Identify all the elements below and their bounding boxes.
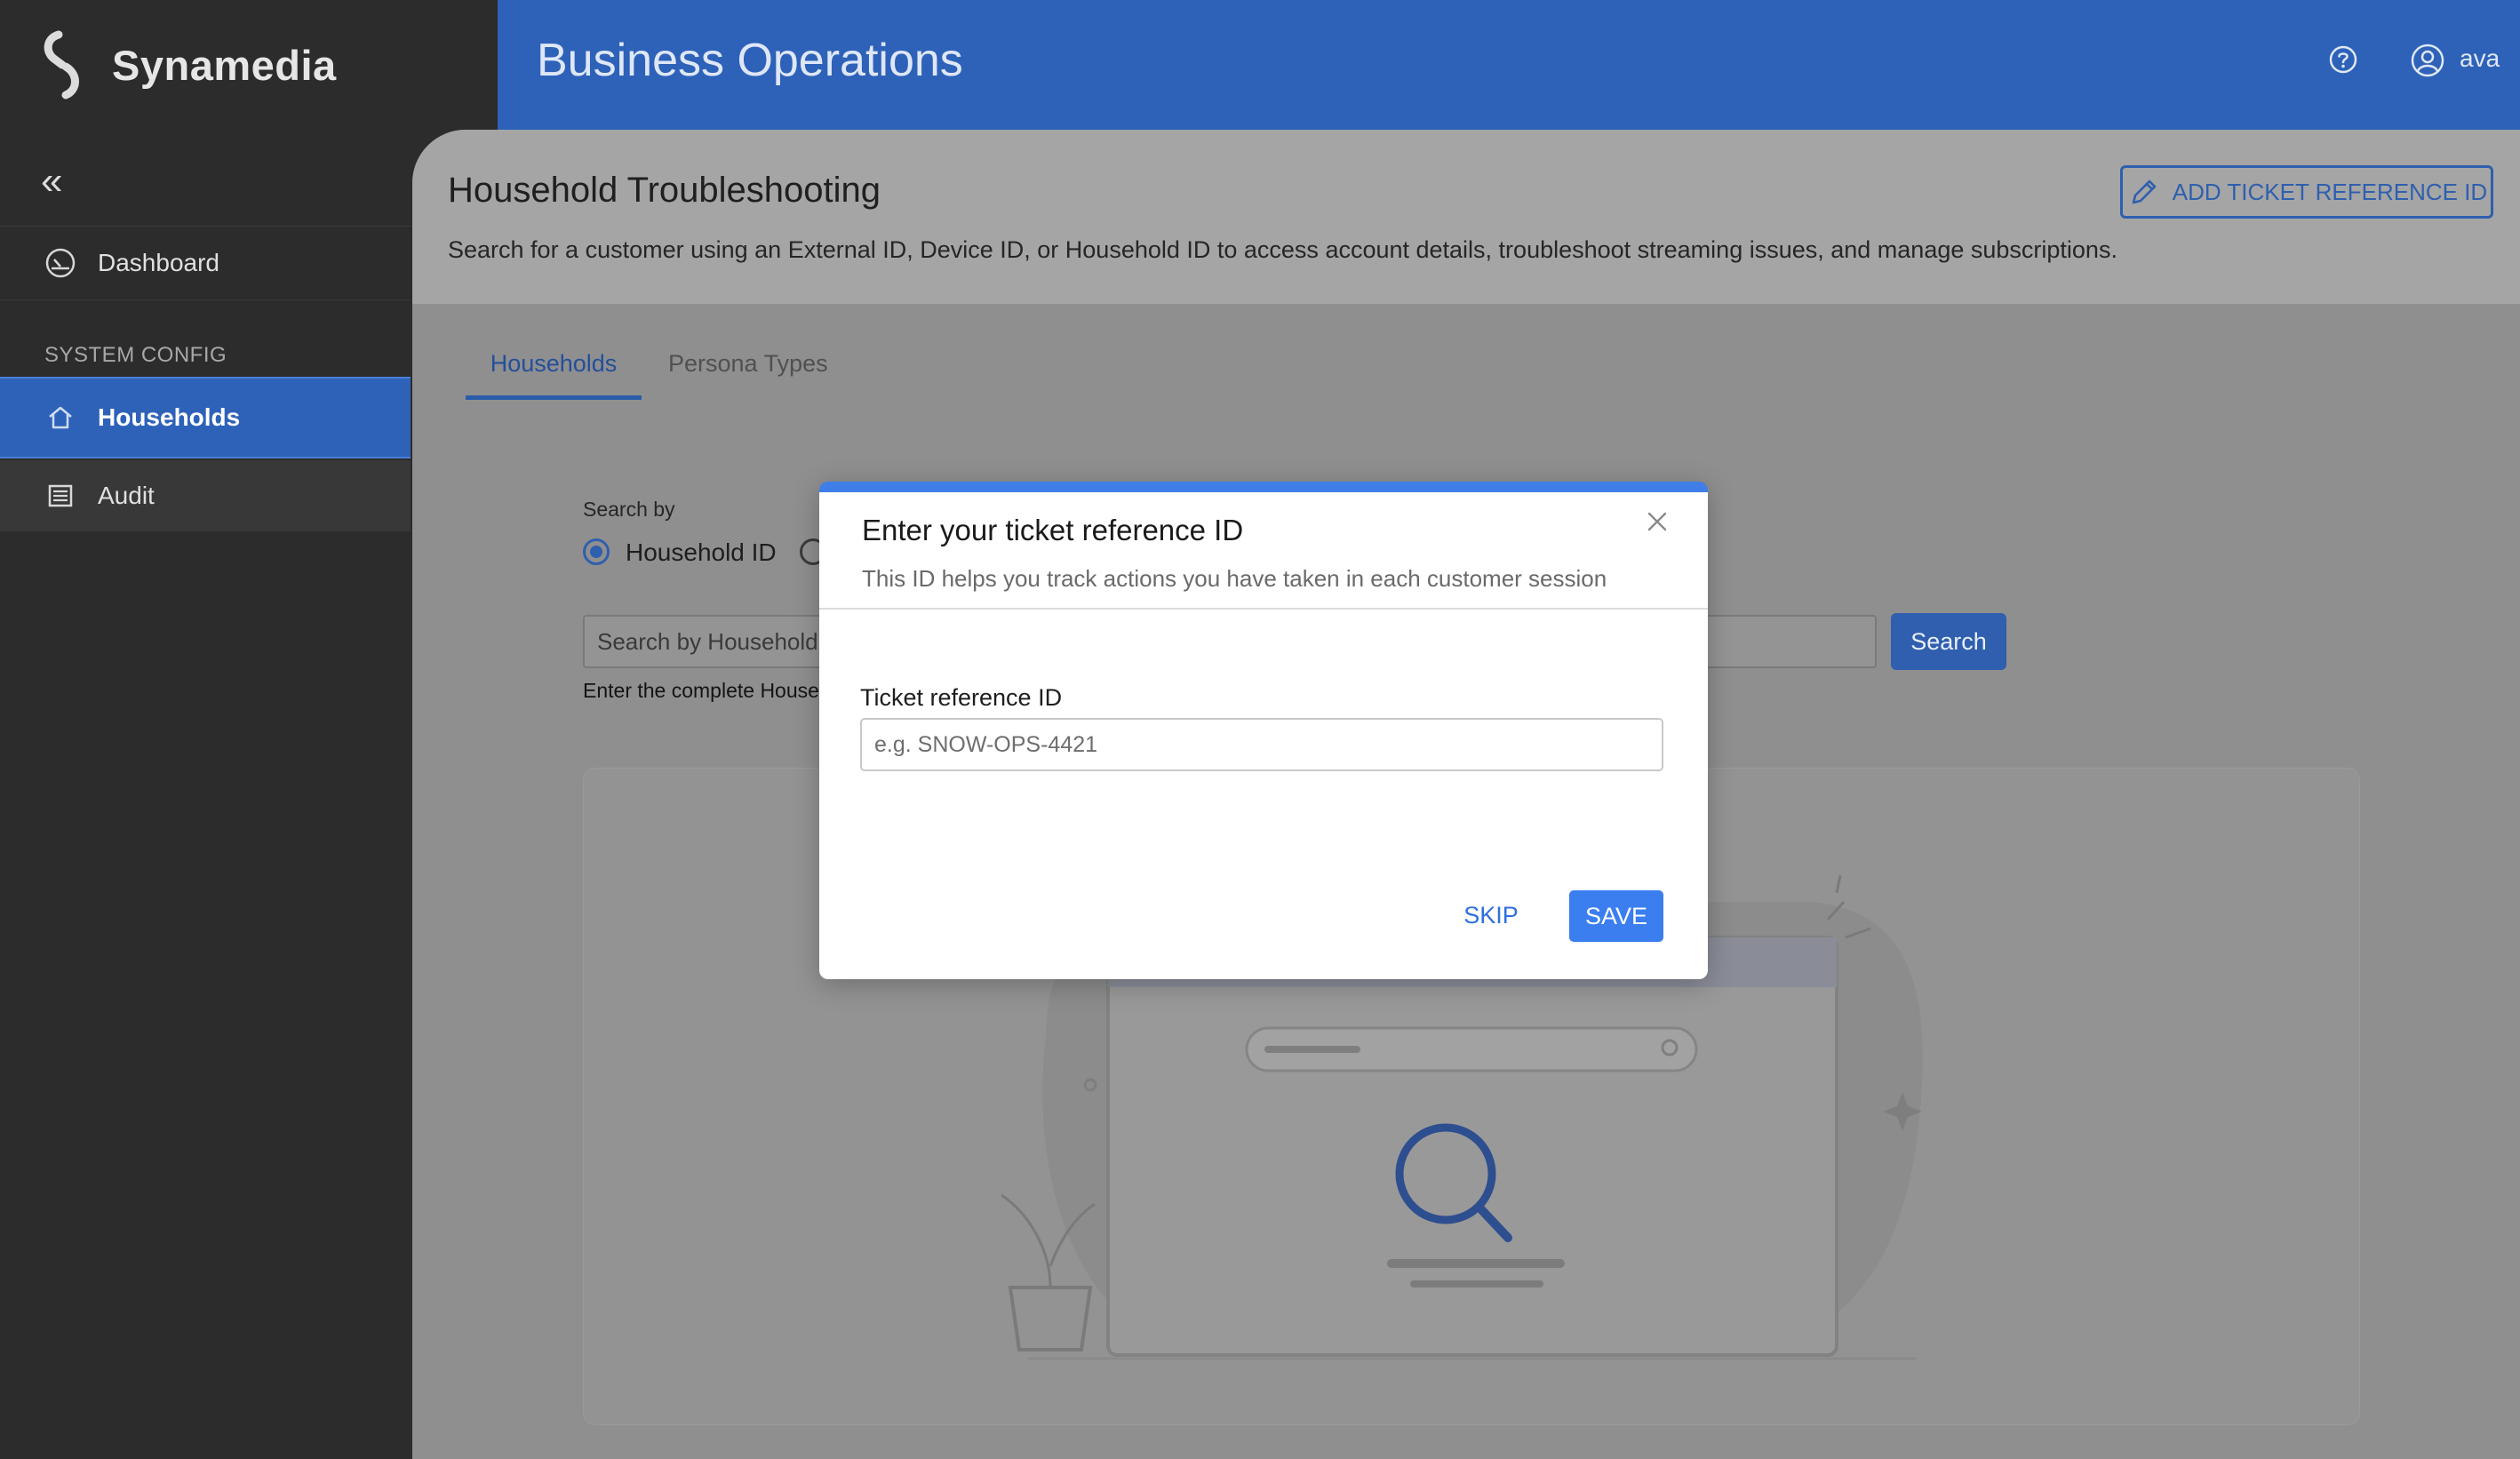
modal-divider xyxy=(819,608,1708,610)
section-label: SYSTEM CONFIG xyxy=(44,343,227,367)
add-ticket-reference-button[interactable]: ADD TICKET REFERENCE ID xyxy=(2120,165,2493,219)
ticket-reference-modal: Enter your ticket reference ID This ID h… xyxy=(819,482,1708,979)
list-icon xyxy=(44,480,76,512)
home-icon xyxy=(44,402,76,434)
close-icon[interactable] xyxy=(1644,508,1671,535)
page-header: Household Troubleshooting Search for a c… xyxy=(412,130,2520,304)
radio-selected-dot xyxy=(590,546,602,558)
sidebar-item-audit[interactable]: Audit xyxy=(0,460,411,531)
ticket-reference-label: Ticket reference ID xyxy=(860,684,1063,711)
help-icon[interactable] xyxy=(2328,44,2358,75)
user-name[interactable]: ava xyxy=(2460,44,2500,73)
add-ticket-label: ADD TICKET REFERENCE ID xyxy=(2172,178,2488,205)
synamedia-logo-icon xyxy=(44,30,79,100)
search-button[interactable]: Search xyxy=(1891,613,2006,670)
page-description: Search for a customer using an External … xyxy=(448,236,2117,263)
double-chevron-left-icon[interactable]: « xyxy=(41,162,73,201)
skip-button[interactable]: SKIP xyxy=(1455,890,1527,940)
pencil-icon xyxy=(2132,179,2157,204)
brand: Synamedia xyxy=(39,25,337,105)
gauge-icon xyxy=(44,247,76,279)
app-title: Business Operations xyxy=(537,35,963,86)
modal-subtitle: This ID helps you track actions you have… xyxy=(862,565,1607,592)
save-button[interactable]: SAVE xyxy=(1569,890,1663,942)
search-by-label: Search by xyxy=(583,498,675,521)
sidebar-item-label: Households xyxy=(98,403,241,431)
sidebar-item-label: Dashboard xyxy=(98,249,219,276)
tab-households[interactable]: Households xyxy=(466,350,642,400)
sidebar-item-dashboard[interactable]: Dashboard xyxy=(0,226,411,300)
sidebar-item-label: Audit xyxy=(98,482,155,509)
sidebar-item-households[interactable]: Households xyxy=(0,377,411,458)
user-avatar-icon[interactable] xyxy=(2410,43,2445,78)
brand-name: Synamedia xyxy=(112,41,337,89)
page-title: Household Troubleshooting xyxy=(448,171,881,210)
top-bar: Business Operations ava xyxy=(498,0,2520,130)
radio-household-id[interactable] xyxy=(583,538,610,565)
radio-label-household-id[interactable]: Household ID xyxy=(626,538,777,567)
sidebar: Synamedia « Dashboard SYSTEM CONFIG Hous… xyxy=(0,0,411,1459)
tab-persona-types[interactable]: Persona Types xyxy=(668,350,828,378)
ticket-reference-input[interactable] xyxy=(860,718,1663,771)
modal-title: Enter your ticket reference ID xyxy=(862,514,1244,546)
search-hint: Enter the complete Househ xyxy=(583,679,831,702)
